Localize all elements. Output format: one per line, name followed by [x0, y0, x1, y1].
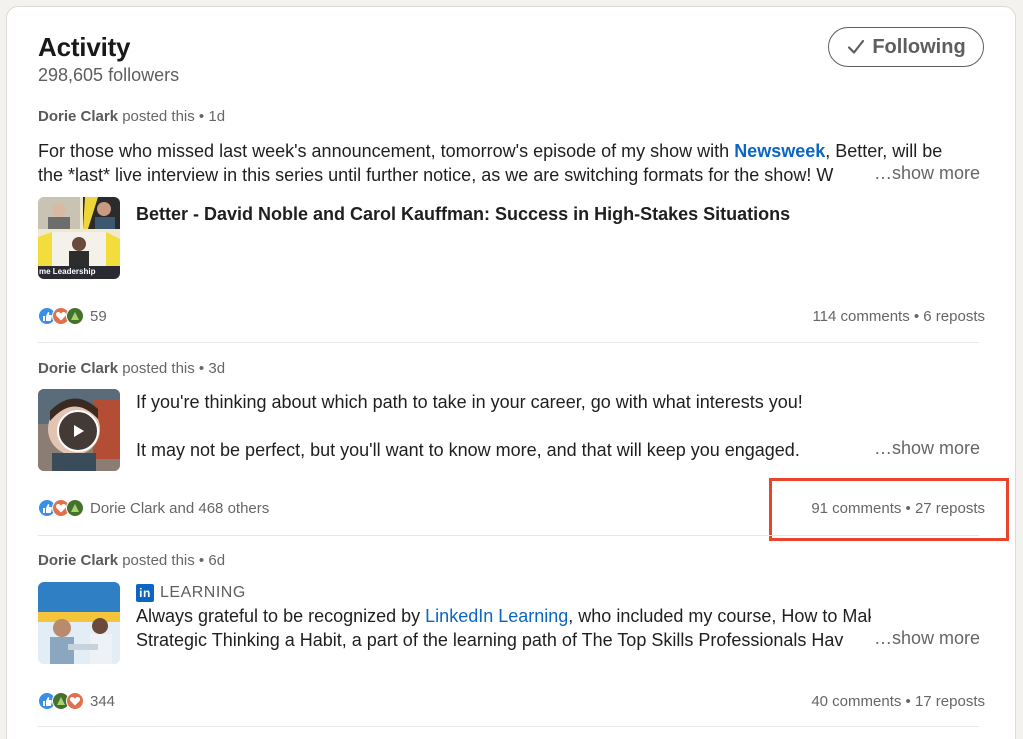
reaction-count: 344 — [90, 692, 116, 710]
reaction-count: Dorie Clark and 468 others — [90, 499, 270, 517]
post-meta: posted this • 6d — [122, 552, 226, 569]
learning-image — [38, 582, 120, 664]
post-body: Always grateful to be recognized by Link… — [136, 604, 871, 652]
post-stats[interactable]: 114 comments • 6 reposts — [812, 308, 985, 325]
post-stats[interactable]: 91 comments • 27 reposts — [811, 500, 985, 517]
post-header: Dorie Clark posted this • 3d — [38, 360, 225, 377]
love-icon — [66, 692, 84, 710]
linkedin-learning-link[interactable]: LinkedIn Learning — [425, 606, 568, 626]
support-icon — [66, 307, 84, 325]
article-thumbnail[interactable]: me Leadership — [38, 197, 120, 279]
post-text: Strategic Thinking a Habit, a part of th… — [136, 630, 844, 650]
video-thumbnail[interactable] — [38, 389, 120, 471]
post-text: It may not be perfect, but you'll want t… — [136, 440, 800, 460]
post-body: If you're thinking about which path to t… — [136, 390, 986, 462]
show-more-link[interactable]: …show more — [870, 438, 981, 459]
post-stats[interactable]: 40 comments • 17 reposts — [811, 693, 985, 710]
post-author[interactable]: Dorie Clark — [38, 108, 118, 125]
post-meta: posted this • 3d — [122, 360, 226, 377]
post-text: For those who missed last week's announc… — [38, 141, 735, 161]
post-header: Dorie Clark posted this • 1d — [38, 108, 225, 125]
post-text: the *last* live interview in this series… — [38, 165, 834, 185]
check-icon — [848, 39, 865, 54]
section-title: Activity — [38, 32, 131, 62]
learning-label: LEARNING — [160, 584, 246, 601]
post-text: If you're thinking about which path to t… — [136, 392, 803, 412]
divider — [38, 342, 979, 343]
post-text: , Better, will be — [825, 141, 943, 161]
thumbnail-caption: me Leadership — [39, 267, 96, 276]
reactions-summary[interactable]: Dorie Clark and 468 others — [38, 499, 269, 517]
linkedin-icon: in — [136, 584, 154, 602]
divider — [38, 535, 979, 536]
post-author[interactable]: Dorie Clark — [38, 552, 118, 569]
play-button[interactable] — [57, 410, 99, 452]
post-meta: posted this • 1d — [122, 108, 226, 125]
post-text: Always grateful to be recognized by — [136, 606, 426, 626]
followers-count: 298,605 followers — [38, 65, 180, 85]
post-header: Dorie Clark posted this • 6d — [38, 552, 225, 569]
show-more-link[interactable]: …show more — [870, 628, 981, 649]
reactions-summary[interactable]: 344 — [38, 692, 115, 710]
reaction-count: 59 — [90, 307, 107, 325]
following-button-label: Following — [872, 35, 966, 58]
article-title[interactable]: Better - David Noble and Carol Kauffman:… — [136, 204, 790, 225]
following-button[interactable]: Following — [828, 27, 984, 67]
post-text: , who included my course, How to Make — [568, 606, 871, 626]
divider — [38, 726, 979, 727]
show-more-link[interactable]: …show more — [870, 163, 981, 184]
newsweek-link[interactable]: Newsweek — [734, 141, 825, 161]
post-body: For those who missed last week's announc… — [38, 139, 978, 187]
post-author[interactable]: Dorie Clark — [38, 360, 118, 377]
article-thumbnail[interactable] — [38, 582, 120, 664]
support-icon — [66, 499, 84, 517]
play-icon — [74, 425, 84, 437]
learning-badge[interactable]: in LEARNING — [136, 584, 246, 602]
reactions-summary[interactable]: 59 — [38, 307, 107, 325]
